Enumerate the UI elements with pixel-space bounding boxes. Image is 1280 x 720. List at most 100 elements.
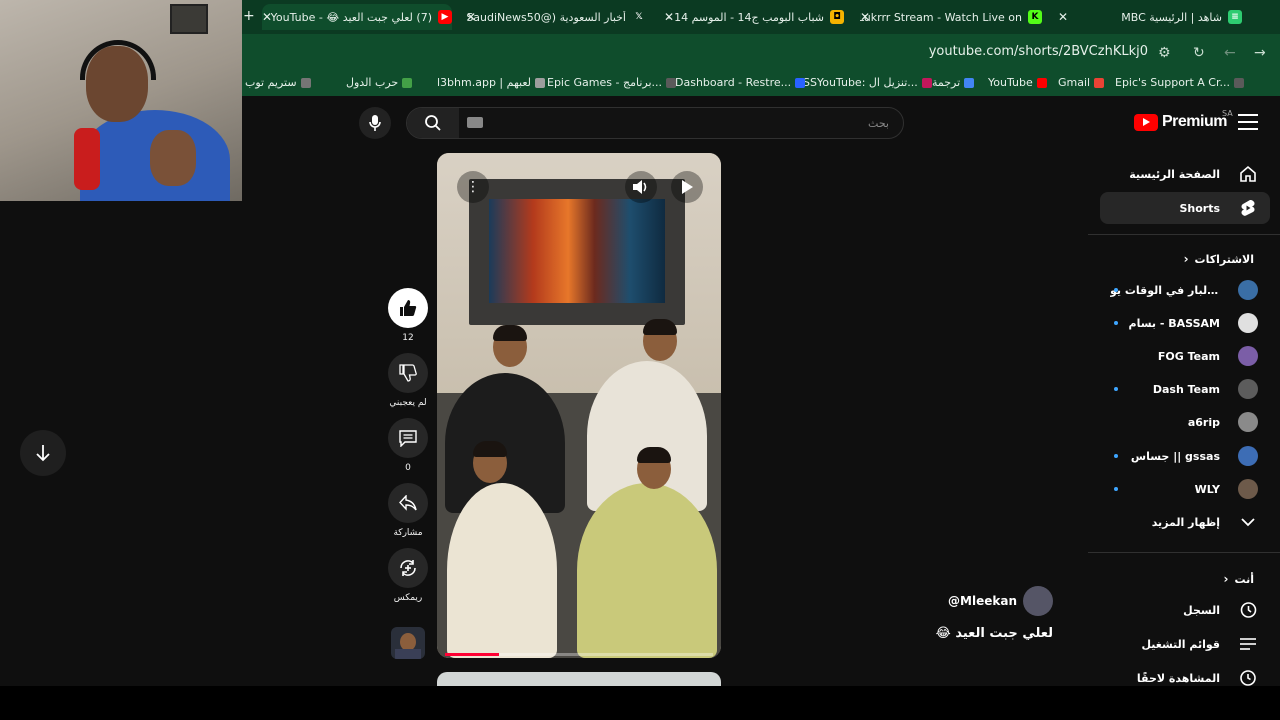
- sidebar-item-label: FOG Team: [1157, 349, 1220, 363]
- sidebar-item-label: قوائم التشغيل: [1141, 637, 1220, 651]
- close-icon[interactable]: ✕: [466, 10, 476, 24]
- sidebar-item-playlists[interactable]: قوائم التشغيل: [1100, 628, 1270, 660]
- bottom-letterbox: [0, 686, 1280, 720]
- sidebar-sub-fog-team[interactable]: FOG Team: [1100, 340, 1270, 372]
- gmail-icon: [1094, 77, 1105, 88]
- search-input[interactable]: [459, 108, 903, 138]
- comment-count: 0: [405, 463, 411, 473]
- history-icon: [1238, 600, 1258, 620]
- share-action: مشاركة: [388, 483, 428, 538]
- voice-search-button[interactable]: [359, 107, 391, 139]
- bookmark-epic-games[interactable]: Epic Games - برنامج...: [547, 76, 677, 89]
- tab-saudi-news[interactable]: ✕ 𝕏 أخبار السعودية (@SaudiNews50): [466, 4, 646, 30]
- live-indicator: [1114, 288, 1118, 292]
- bookmark-youtube[interactable]: YouTube: [988, 76, 1047, 89]
- dislike-button[interactable]: [388, 353, 428, 393]
- bookmark-gmail[interactable]: Gmail: [1058, 76, 1105, 89]
- bookmark-icon: [921, 77, 932, 88]
- sidebar-show-more[interactable]: إظهار المزيد: [1100, 506, 1270, 538]
- you-heading[interactable]: › أنت: [1224, 572, 1255, 586]
- kick-icon: K: [1028, 10, 1042, 24]
- channel-thumbnail[interactable]: [391, 627, 425, 659]
- sidebar-sub-gssas[interactable]: جساس || gssas: [1100, 440, 1270, 472]
- next-short-button[interactable]: [20, 430, 66, 476]
- sidebar-item-label: Shorts: [1179, 201, 1220, 215]
- tab-shabab-albomb[interactable]: ✕ ◘ شباب البومب ج14 - الموسم 14 -: [664, 4, 844, 30]
- sidebar-item-shorts[interactable]: Shorts: [1100, 192, 1270, 224]
- sidebar-sub-hussein[interactable]: حسين البار في الوقات يو...: [1100, 274, 1270, 306]
- country-code: SA: [1222, 109, 1233, 118]
- video-progress-bar[interactable]: [445, 653, 713, 656]
- bookmark-label: Epic's Support A Cr...: [1115, 76, 1230, 89]
- next-short-preview[interactable]: [437, 672, 721, 686]
- forward-icon[interactable]: ←: [1224, 45, 1236, 61]
- new-tab-icon[interactable]: +: [243, 8, 255, 24]
- tab-mbc-shahid[interactable]: ✕ ≡ شاهد | الرئيسية MBC: [1058, 4, 1242, 30]
- channel-link[interactable]: @Mleekan: [936, 586, 1053, 616]
- video-frame-person: [447, 483, 557, 658]
- sidebar-item-label: WLY: [1194, 482, 1220, 496]
- remix-button[interactable]: [388, 548, 428, 588]
- sidebar-sub-dash-team[interactable]: Dash Team: [1100, 373, 1270, 405]
- sidebar-item-history[interactable]: السجل: [1100, 594, 1270, 626]
- webcam-overlay: [0, 0, 242, 201]
- back-icon[interactable]: →: [1254, 45, 1266, 61]
- you-heading-label: أنت: [1234, 572, 1254, 586]
- mbc-icon: ≡: [1228, 10, 1242, 24]
- bookmark-epic-support[interactable]: Epic's Support A Cr...: [1115, 76, 1244, 89]
- sidebar-item-home[interactable]: الصفحة الرئيسية: [1100, 158, 1270, 190]
- sidebar-sub-bassam[interactable]: بسام - BASSAM: [1100, 307, 1270, 339]
- epic-games-icon: [666, 77, 677, 88]
- menu-icon[interactable]: [1238, 114, 1258, 130]
- subscriptions-heading[interactable]: › الاشتراكات: [1184, 252, 1254, 266]
- site-settings-icon[interactable]: ⚙: [1158, 45, 1171, 61]
- sidebar-divider: [1088, 552, 1280, 553]
- like-button[interactable]: [388, 288, 428, 328]
- webcam-wall-frame: [170, 4, 208, 34]
- remix-action: ريمكس: [388, 548, 428, 603]
- avatar: [1238, 379, 1258, 399]
- thumbs-down-icon: [399, 364, 417, 382]
- subscriptions-heading-label: الاشتراكات: [1194, 252, 1254, 266]
- bookmark-label: YouTube: [988, 76, 1033, 89]
- bookmark-translate[interactable]: ترجمة: [932, 76, 975, 89]
- bookmark-l3bhm[interactable]: l3bhm.app | لعبهم: [437, 76, 546, 89]
- bookmark-harb-alduwal[interactable]: حرب الدول: [346, 76, 413, 89]
- sidebar-item-watch-later[interactable]: المشاهدة لاحقًا: [1100, 662, 1270, 686]
- comment-button[interactable]: [388, 418, 428, 458]
- more-options-button[interactable]: ⋮: [457, 171, 489, 203]
- play-button[interactable]: [671, 171, 703, 203]
- share-icon: [399, 495, 417, 511]
- bookmark-ssyoutube[interactable]: SSYouTube: تنزيل ال...: [803, 76, 932, 89]
- x-icon: 𝕏: [635, 12, 643, 22]
- sidebar-sub-wly[interactable]: WLY: [1100, 473, 1270, 505]
- share-button[interactable]: [388, 483, 428, 523]
- youtube-premium-logo[interactable]: Premium SA: [1134, 109, 1233, 131]
- avatar[interactable]: [1023, 586, 1053, 616]
- sidebar-item-label: المشاهدة لاحقًا: [1136, 671, 1220, 685]
- close-icon[interactable]: ✕: [664, 10, 674, 24]
- tab-lalukrrr-stream[interactable]: ✕ K LaLukrrr Stream - Watch Live on: [860, 4, 1042, 30]
- url-field[interactable]: youtube.com/shorts/2BVCzhKLkj0: [900, 44, 1148, 59]
- close-icon[interactable]: ✕: [860, 10, 870, 24]
- channel-thumbnail-body: [395, 649, 421, 659]
- search-button[interactable]: [407, 108, 459, 138]
- sidebar-item-label: جساس || gssas: [1130, 449, 1220, 463]
- bookmark-label: Dashboard - Restre...: [675, 76, 792, 89]
- close-icon[interactable]: ✕: [1058, 10, 1068, 24]
- bookmark-restream[interactable]: Dashboard - Restre...: [675, 76, 806, 89]
- remix-label: ريمكس: [393, 593, 423, 603]
- mute-button[interactable]: [625, 171, 657, 203]
- logo-text: Premium: [1162, 113, 1227, 130]
- tab-youtube-short[interactable]: ✕ ▶ (7) لعلي جبت العيد 😂 - YouTube: [262, 4, 452, 30]
- bookmark-label: l3bhm.app | لعبهم: [437, 76, 532, 89]
- sidebar-sub-a6rip[interactable]: a6rip: [1100, 406, 1270, 438]
- more-vert-icon: ⋮: [466, 179, 480, 195]
- reload-icon[interactable]: ↻: [1193, 45, 1205, 61]
- video-frame-hair: [637, 447, 671, 463]
- bookmark-stream-top[interactable]: ستريم توب: [245, 76, 311, 89]
- close-icon[interactable]: ✕: [262, 10, 272, 24]
- short-video-player[interactable]: ⋮: [437, 153, 721, 658]
- volume-icon: [633, 180, 647, 194]
- live-indicator: [1114, 487, 1118, 491]
